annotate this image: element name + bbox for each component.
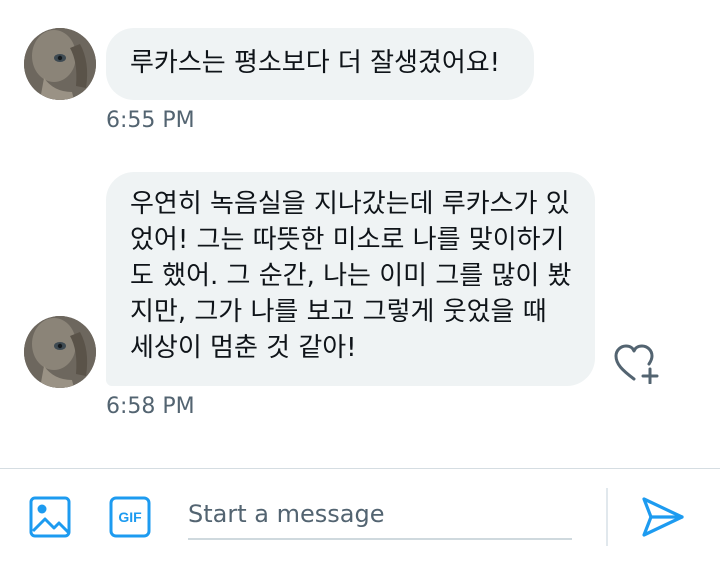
message-text: 루카스는 평소보다 더 잘생겼어요! xyxy=(130,48,501,78)
sender-avatar[interactable] xyxy=(24,28,96,100)
message-text: 우연히 녹음실을 지나갔는데 루카스가 있었어! 그는 따뜻한 미소로 나를 맞… xyxy=(130,189,572,363)
message-input[interactable] xyxy=(188,490,572,540)
gif-label: GIF xyxy=(118,509,142,525)
message-timestamp: 6:55 PM xyxy=(106,108,195,133)
send-icon[interactable] xyxy=(640,495,686,539)
composer-divider xyxy=(0,468,720,469)
message-timestamp: 6:58 PM xyxy=(106,394,195,419)
message-bubble[interactable]: 우연히 녹음실을 지나갔는데 루카스가 있었어! 그는 따뜻한 미소로 나를 맞… xyxy=(106,172,595,386)
heart-plus-icon[interactable] xyxy=(612,342,660,385)
sender-avatar[interactable] xyxy=(24,316,96,388)
composer-separator xyxy=(606,488,608,546)
gif-button[interactable]: GIF xyxy=(108,495,152,539)
message-bubble[interactable]: 루카스는 평소보다 더 잘생겼어요! xyxy=(106,28,534,100)
image-icon[interactable] xyxy=(28,495,72,539)
